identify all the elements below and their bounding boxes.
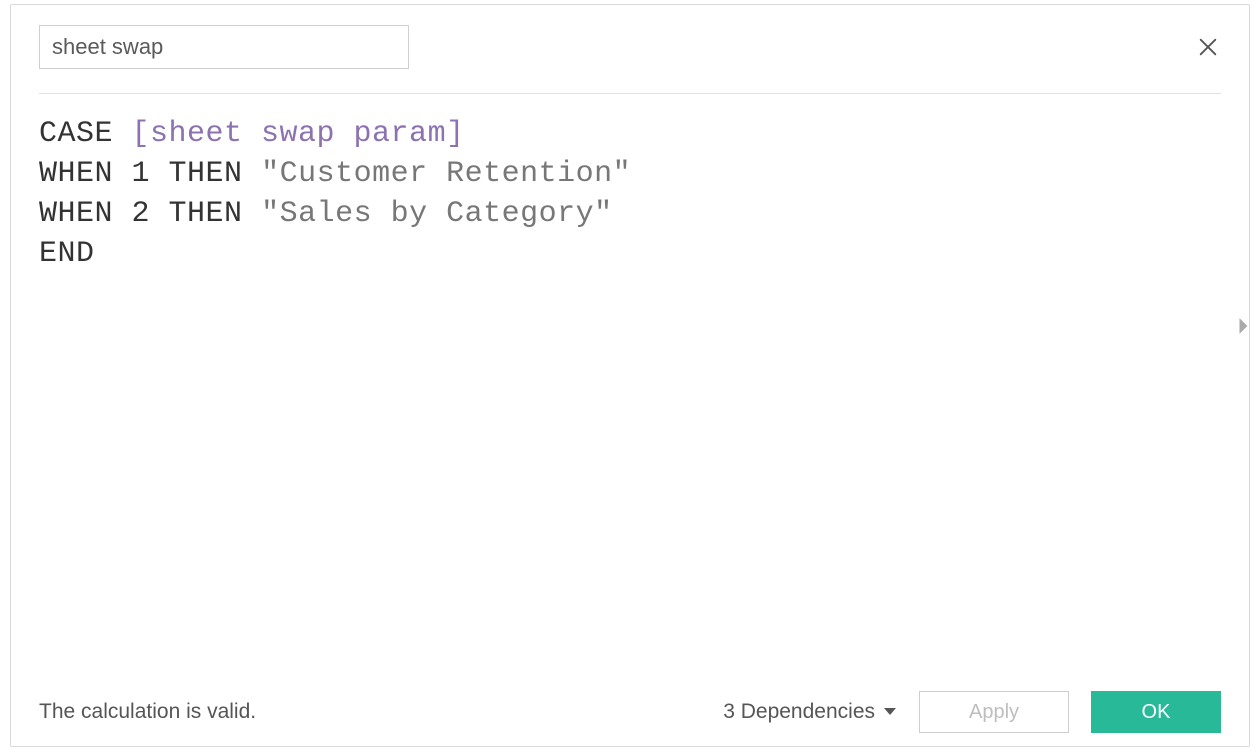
token-kw: THEN (150, 157, 261, 191)
calculation-name-input[interactable] (39, 25, 409, 69)
token-str: "Sales by Category" (261, 197, 613, 231)
ok-button[interactable]: OK (1091, 691, 1221, 733)
token-kw: WHEN (39, 197, 132, 231)
formula-editor-wrap: CASE [sheet swap param] WHEN 1 THEN "Cus… (11, 94, 1249, 574)
chevron-down-icon (883, 707, 897, 717)
token-kw: WHEN (39, 157, 132, 191)
expand-handle[interactable] (1235, 314, 1253, 338)
token-num: 2 (132, 197, 151, 231)
formula-editor[interactable]: CASE [sheet swap param] WHEN 1 THEN "Cus… (39, 114, 1239, 574)
calculated-field-dialog: CASE [sheet swap param] WHEN 1 THEN "Cus… (10, 4, 1250, 747)
dialog-header (11, 5, 1249, 69)
token-kw: CASE (39, 117, 132, 151)
token-field: [sheet swap param] (132, 117, 465, 151)
dialog-footer: The calculation is valid. 3 Dependencies… (11, 678, 1249, 746)
close-icon (1197, 36, 1219, 58)
footer-actions: 3 Dependencies Apply OK (723, 691, 1221, 733)
close-button[interactable] (1195, 34, 1221, 60)
apply-button[interactable]: Apply (919, 691, 1069, 733)
token-kw: THEN (150, 197, 261, 231)
dependencies-label: 3 Dependencies (723, 700, 875, 724)
dependencies-dropdown[interactable]: 3 Dependencies (723, 700, 897, 724)
token-str: "Customer Retention" (261, 157, 631, 191)
chevron-right-icon (1237, 317, 1251, 335)
validation-status: The calculation is valid. (39, 700, 256, 724)
token-kw: END (39, 237, 95, 271)
token-num: 1 (132, 157, 151, 191)
